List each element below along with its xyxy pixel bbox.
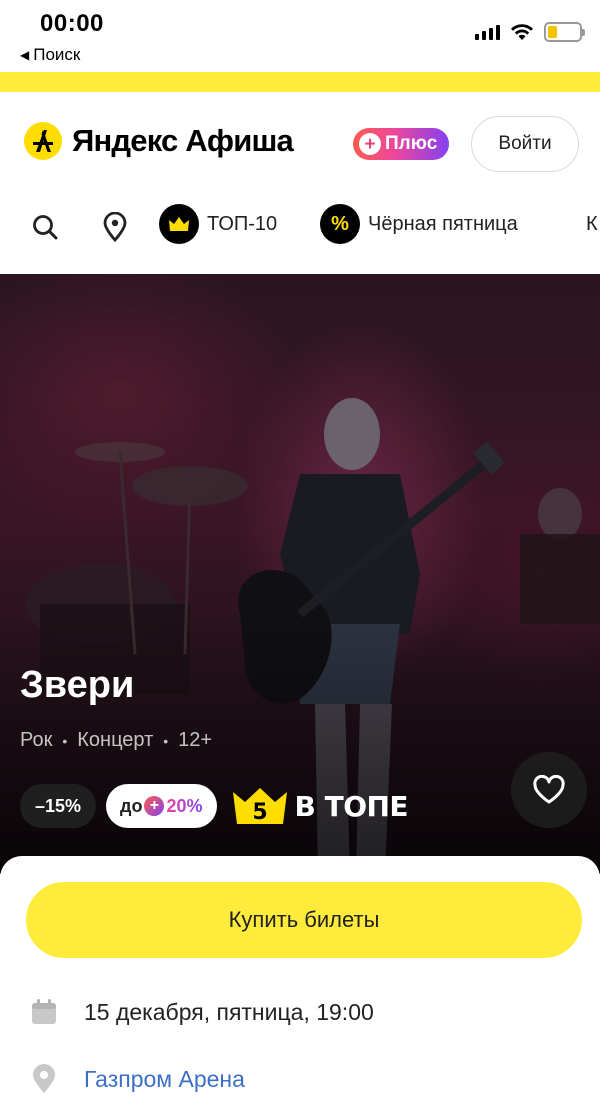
cellular-signal-icon — [475, 24, 500, 40]
location-pin-icon — [33, 1064, 55, 1093]
location-pin-icon[interactable] — [95, 207, 135, 247]
back-arrow-icon: ◀ — [20, 48, 30, 62]
event-tag-type: Концерт — [77, 729, 154, 751]
login-button[interactable]: Войти — [471, 116, 579, 172]
afisha-logo[interactable]: Яндекс Афиша — [24, 122, 294, 160]
plus-icon: + — [359, 133, 381, 155]
top-rank-number: 5 — [252, 800, 267, 825]
wifi-icon — [511, 24, 533, 40]
top-accent-strip — [0, 72, 600, 92]
status-icons — [475, 22, 585, 42]
plus-cashback-badge: до + 20% — [106, 784, 217, 828]
plus-cashback-prefix: до — [120, 795, 143, 816]
status-bar: 00:00 ◀ Поиск — [0, 0, 600, 72]
plus-label: Плюс — [385, 133, 438, 154]
percent-icon: % — [320, 204, 360, 244]
crown-icon: 5 — [232, 788, 287, 825]
plus-button[interactable]: + Плюс — [353, 128, 450, 160]
event-title: Звери — [20, 664, 135, 706]
afisha-logo-icon — [24, 122, 62, 160]
event-badges: –15% до + 20% 5 В ТОПЕ — [20, 784, 409, 828]
discount-badge: –15% — [20, 784, 97, 828]
battery-level — [548, 26, 557, 38]
heart-icon — [533, 775, 565, 804]
search-icon[interactable] — [25, 207, 65, 247]
back-to-search-link[interactable]: ◀ Поиск — [20, 45, 80, 65]
plus-icon: + — [144, 796, 165, 816]
event-venue-link[interactable]: Газпром Арена — [84, 1066, 245, 1093]
header: Яндекс Афиша + Плюс Войти — [0, 92, 600, 188]
crown-icon — [159, 204, 199, 244]
event-date-row: 15 декабря, пятница, 19:00 — [30, 998, 374, 1026]
event-venue-row[interactable]: Газпром Арена — [30, 1064, 245, 1094]
nav-chip-more[interactable]: К — [586, 202, 598, 246]
buy-tickets-button[interactable]: Купить билеты — [26, 882, 582, 958]
nav-chip-label: ТОП-10 — [207, 212, 278, 235]
event-tags: Рок • Концерт • 12+ — [20, 729, 212, 752]
calendar-icon — [32, 999, 56, 1024]
status-time: 00:00 — [40, 10, 104, 37]
nav-chip-top10[interactable]: ТОП-10 — [159, 202, 277, 246]
battery-icon — [544, 22, 585, 42]
top-rank-badge: 5 В ТОПЕ — [231, 786, 409, 826]
tag-separator: • — [163, 732, 169, 749]
nav-chip-label: Чёрная пятница — [368, 212, 518, 235]
event-date: 15 декабря, пятница, 19:00 — [84, 998, 374, 1025]
tag-separator: • — [62, 732, 68, 749]
nav-chip-black-friday[interactable]: % Чёрная пятница — [320, 202, 518, 246]
nav-chip-label: К — [586, 212, 598, 235]
event-tag-genre: Рок — [20, 729, 53, 751]
event-details-sheet: Купить билеты 15 декабря, пятница, 19:00… — [0, 856, 600, 1118]
event-tag-age: 12+ — [178, 729, 213, 751]
event-hero-image: Звери Рок • Концерт • 12+ –15% до + 20% … — [0, 274, 600, 874]
back-label: Поиск — [33, 45, 81, 64]
plus-cashback-value: 20% — [166, 795, 203, 816]
favorite-button[interactable] — [511, 752, 587, 828]
category-nav: ТОП-10 % Чёрная пятница К — [0, 188, 600, 274]
top-rank-label: В ТОПЕ — [294, 789, 409, 823]
logo-text: Яндекс Афиша — [72, 123, 294, 158]
